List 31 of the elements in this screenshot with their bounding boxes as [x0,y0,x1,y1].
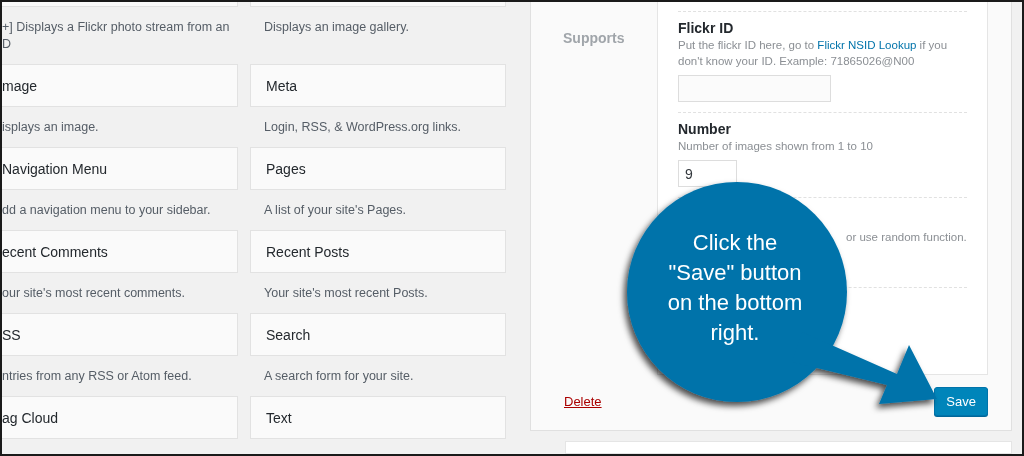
widget-description: Displays an image gallery. [263,19,410,36]
widget-tile[interactable]: mage [2,64,238,107]
callout-text: Click the "Save" button on the bottom right. [666,229,804,347]
widget-description: Your site's most recent Posts. [263,285,429,302]
lookup-link[interactable]: Flickr NSID Lookup [817,39,917,51]
widget-description: our site's most recent comments. [2,285,186,302]
widget-description: ntries from any RSS or Atom feed. [2,368,193,385]
save-button[interactable]: Save [934,387,988,416]
widget-tile[interactable]: Navigation Menu [2,147,238,190]
widget-description: dd a navigation menu to your sidebar. [2,202,212,219]
widget-tile[interactable]: ag Cloud [2,396,238,439]
field-label: Flickr ID [678,19,735,37]
widget-tile[interactable]: Text [250,396,506,439]
widget-tile[interactable]: ecent Comments [2,230,238,273]
text-field[interactable] [678,75,831,102]
widget-tile[interactable]: Pages [250,147,506,190]
field-help-text: or use random function. [846,230,967,245]
widget-tile[interactable]: Meta [250,64,506,107]
widget-tile[interactable]: Recent Posts [250,230,506,273]
widget-description: A list of your site's Pages. [263,202,408,219]
field-label: Number [678,120,732,138]
widget-description: +] Displays a Flickr photo stream from an D [2,19,231,53]
field-help-text: Number of images shown from 1 to 10 [678,139,874,154]
delete-link[interactable]: Delete [564,394,602,409]
widget-tile[interactable]: SS [2,313,238,356]
field-help-text: Put the flickr ID here, go to Flickr NSID Lookup if you don't know your ID. Example: 71865026@N00 [678,38,949,69]
number-field[interactable]: 9 [678,160,737,187]
widget-description: A search form for your site. [263,368,415,385]
widget-description: Login, RSS, & WordPress.org links. [263,119,463,136]
widget-description: isplays an image. [2,119,100,136]
widget-tile[interactable]: Search [250,313,506,356]
